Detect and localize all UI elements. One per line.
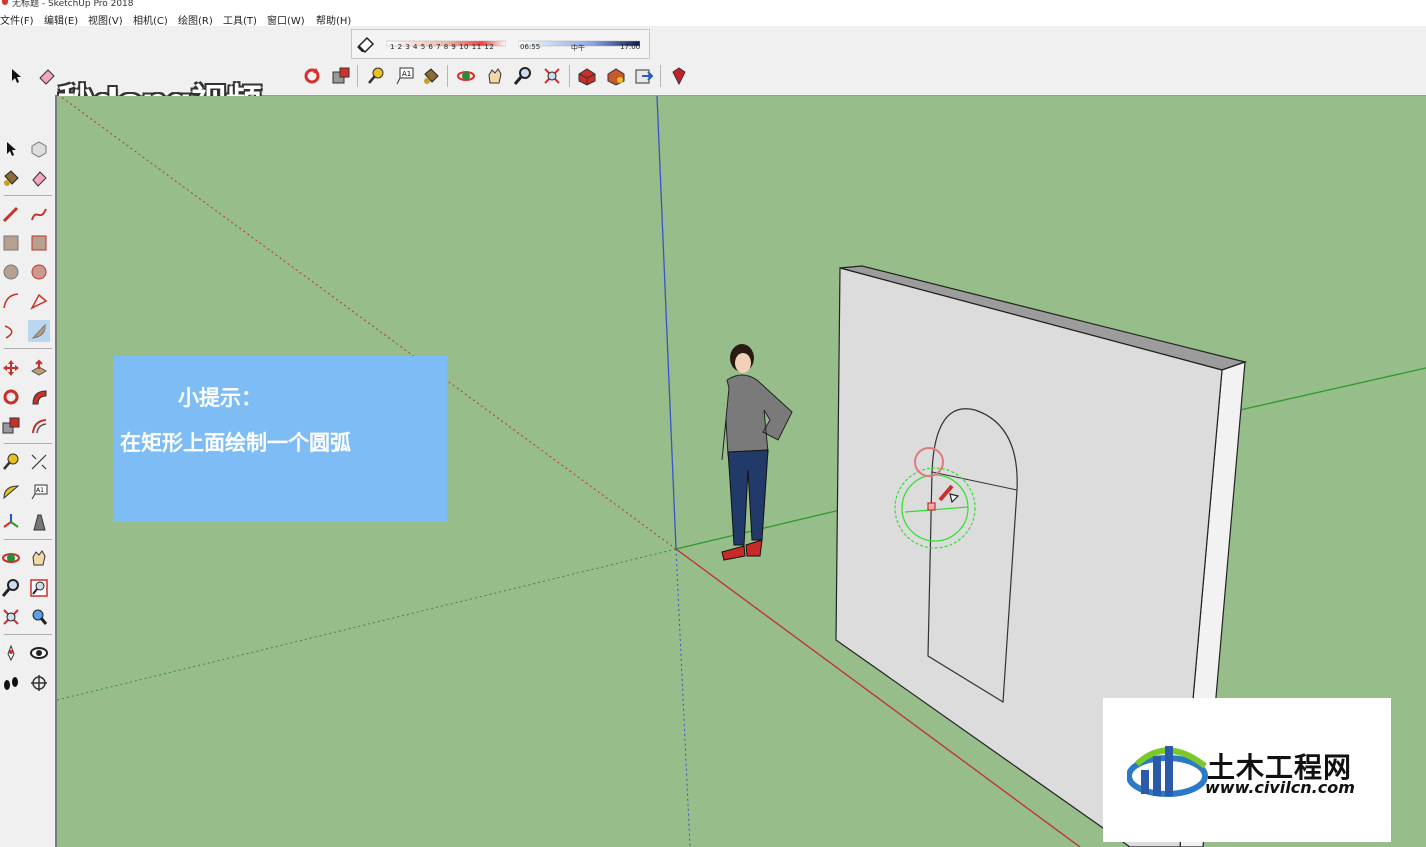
axes-icon[interactable] bbox=[0, 511, 22, 533]
zoom-window-icon[interactable] bbox=[28, 577, 50, 599]
toolbar-separator bbox=[4, 634, 52, 635]
warehouse-icon[interactable] bbox=[576, 65, 598, 87]
select-icon[interactable] bbox=[5, 65, 27, 87]
menu-camera[interactable]: 相机(C) bbox=[133, 12, 168, 27]
toolbar-separator bbox=[4, 348, 52, 349]
paint-bucket-icon[interactable] bbox=[0, 167, 22, 189]
position-camera-icon[interactable] bbox=[0, 642, 22, 664]
scale-icon[interactable] bbox=[330, 65, 352, 87]
menu-view[interactable]: 视图(V) bbox=[88, 12, 123, 27]
svg-text:A1: A1 bbox=[36, 487, 44, 494]
pan-icon[interactable] bbox=[28, 547, 50, 569]
month-ticks: 1 2 3 4 5 6 7 8 9 10 11 12 bbox=[390, 43, 495, 51]
look-around-icon[interactable] bbox=[28, 642, 50, 664]
blue-axis bbox=[656, 96, 677, 550]
window-title: 无标题 - SketchUp Pro 2018 bbox=[12, 0, 134, 9]
toolbar-separator bbox=[447, 65, 448, 87]
menu-help[interactable]: 帮助(H) bbox=[316, 12, 351, 27]
left-toolbar: A1 bbox=[0, 95, 57, 847]
text-icon[interactable]: A1 bbox=[394, 65, 416, 87]
rotate-icon[interactable] bbox=[0, 386, 22, 408]
circle-icon[interactable] bbox=[0, 261, 22, 283]
scale-icon[interactable] bbox=[0, 415, 22, 437]
pie-icon[interactable] bbox=[28, 320, 50, 342]
green-axis-negative bbox=[57, 548, 677, 701]
time-start: 06:55 bbox=[520, 43, 541, 51]
orbit-icon[interactable] bbox=[0, 547, 22, 569]
rectangle-icon[interactable] bbox=[0, 232, 22, 254]
menu-edit[interactable]: 编辑(E) bbox=[44, 12, 78, 27]
freehand-icon[interactable] bbox=[28, 203, 50, 225]
share-icon[interactable] bbox=[633, 65, 655, 87]
zoom-icon[interactable] bbox=[0, 577, 22, 599]
eraser-icon[interactable] bbox=[36, 65, 58, 87]
time-noon: 中午 bbox=[571, 44, 585, 52]
menu-window[interactable]: 窗口(W) bbox=[267, 12, 305, 27]
site-logo-url: www.civilcn.com bbox=[1205, 778, 1355, 797]
previous-view-icon[interactable] bbox=[28, 606, 50, 628]
time-end: 17:00 bbox=[620, 43, 641, 51]
offset-icon[interactable] bbox=[28, 415, 50, 437]
tape-measure-icon[interactable] bbox=[365, 65, 387, 87]
push-pull-icon[interactable] bbox=[28, 357, 50, 379]
menu-tools[interactable]: 工具(T) bbox=[223, 12, 257, 27]
month-slider[interactable] bbox=[385, 33, 507, 47]
protractor-icon[interactable] bbox=[0, 481, 22, 503]
shadow-toggle-icon[interactable] bbox=[356, 34, 376, 54]
three-point-arc-icon[interactable] bbox=[0, 320, 22, 342]
paint-bucket-icon[interactable] bbox=[420, 65, 442, 87]
section-plane-icon[interactable] bbox=[28, 672, 50, 694]
3d-text-icon[interactable] bbox=[28, 511, 50, 533]
title-bar: 无标题 - SketchUp Pro 2018 bbox=[0, 0, 1426, 9]
dimension-icon[interactable] bbox=[28, 451, 50, 473]
toolbar-separator bbox=[4, 195, 52, 196]
menu-draw[interactable]: 绘图(R) bbox=[178, 12, 213, 27]
rotate-icon[interactable] bbox=[301, 65, 323, 87]
menu-file[interactable]: 文件(F) bbox=[0, 12, 34, 27]
toolbar-separator bbox=[569, 65, 570, 87]
zoom-extents-icon[interactable] bbox=[541, 65, 563, 87]
arc-icon[interactable] bbox=[0, 290, 22, 312]
text-icon[interactable]: A1 bbox=[28, 481, 50, 503]
walk-icon[interactable] bbox=[0, 672, 22, 694]
zoom-extents-icon[interactable] bbox=[0, 606, 22, 628]
eraser-icon[interactable] bbox=[28, 167, 50, 189]
tape-measure-icon[interactable] bbox=[0, 451, 22, 473]
shadows-toolbar: 1 2 3 4 5 6 7 8 9 10 11 12 06:55 中午 17:0… bbox=[351, 29, 650, 59]
green-axis-far bbox=[1239, 367, 1426, 411]
line-icon[interactable] bbox=[0, 203, 22, 225]
civilcn-logo-icon bbox=[1127, 746, 1208, 797]
two-point-arc-icon[interactable] bbox=[28, 290, 50, 312]
zoom-icon[interactable] bbox=[512, 65, 534, 87]
rotated-rectangle-icon[interactable] bbox=[28, 232, 50, 254]
top-toolbar-area: 1 2 3 4 5 6 7 8 9 10 11 12 06:55 中午 17:0… bbox=[0, 26, 1426, 123]
tip-overlay: 小提示： 在矩形上面绘制一个圆弧 bbox=[114, 356, 447, 522]
person-figure bbox=[721, 344, 793, 561]
menu-bar: 文件(F) 编辑(E) 视图(V) 相机(C) 绘图(R) 工具(T) 窗口(W… bbox=[0, 9, 1426, 27]
app-icon bbox=[2, 0, 8, 5]
toolbar-separator bbox=[660, 65, 661, 87]
toolbar-separator bbox=[357, 65, 358, 87]
tip-title: 小提示： bbox=[178, 386, 262, 410]
blue-axis-negative bbox=[675, 548, 691, 847]
move-icon[interactable] bbox=[0, 357, 22, 379]
orbit-icon[interactable] bbox=[455, 65, 477, 87]
select-icon[interactable] bbox=[0, 138, 22, 160]
polygon-icon[interactable] bbox=[28, 261, 50, 283]
make-component-icon[interactable] bbox=[28, 138, 50, 160]
follow-me-icon[interactable] bbox=[28, 386, 50, 408]
toolbar-separator bbox=[4, 539, 52, 540]
pan-icon[interactable] bbox=[484, 65, 506, 87]
tip-body: 在矩形上面绘制一个圆弧 bbox=[120, 431, 351, 455]
ruby-icon[interactable] bbox=[668, 65, 690, 87]
time-slider[interactable] bbox=[517, 33, 641, 47]
svg-text:A1: A1 bbox=[402, 70, 411, 78]
site-logo-box: 土木工程网 www.civilcn.com bbox=[1103, 698, 1391, 842]
toolbar-separator bbox=[4, 443, 52, 444]
extension-icon[interactable] bbox=[605, 65, 627, 87]
